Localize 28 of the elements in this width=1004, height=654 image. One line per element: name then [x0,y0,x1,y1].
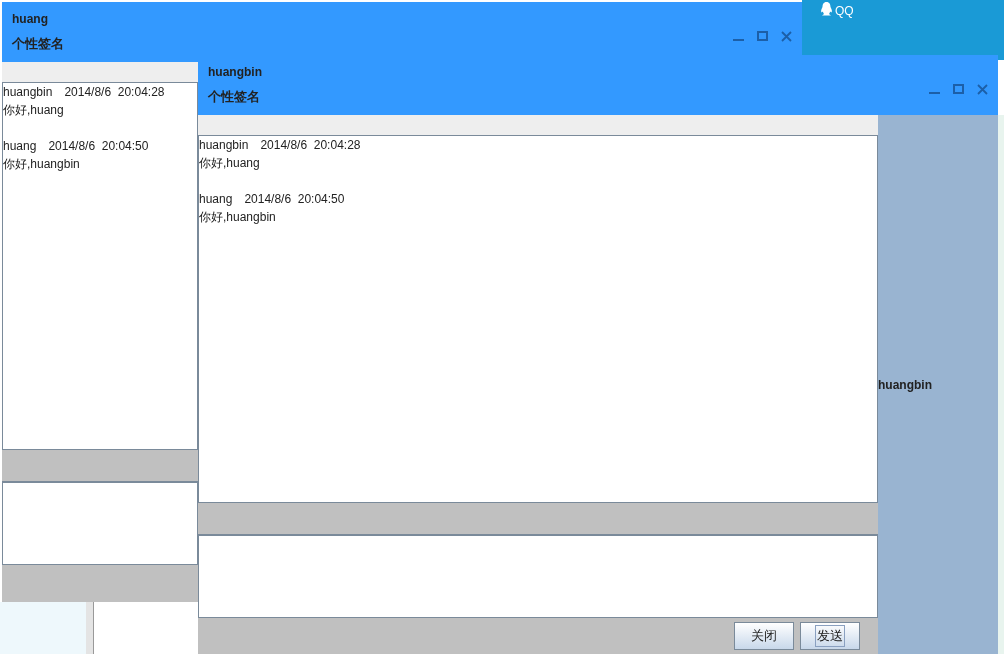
message-input[interactable] [2,482,198,565]
sender-name: huangbin [3,84,53,101]
close-icon[interactable] [781,30,792,42]
message-time: 2014/8/6 20:04:50 [48,138,149,155]
message-time: 2014/8/6 20:04:28 [64,84,165,101]
close-icon[interactable] [977,83,988,95]
sender-name: huang [199,191,233,208]
penguin-icon [820,2,833,16]
message-time: 2014/8/6 20:04:28 [260,137,361,154]
maximize-icon[interactable] [757,30,768,42]
message-text: 你好,huangbin [199,209,276,226]
app-label: QQ [835,3,854,20]
friend-name: huangbin [878,376,932,394]
scrollbar-track [86,602,94,654]
message-text: 你好,huang [199,155,260,172]
message-time: 2014/8/6 20:04:50 [244,191,345,208]
dialog-button[interactable]: 关闭 [734,622,794,650]
message-input[interactable] [198,535,878,618]
dialog-button[interactable]: 发送 [800,622,860,650]
window-title: huang [12,11,49,28]
signature-text: 个性签名 [12,35,64,53]
message-text: 你好,huang [3,102,64,119]
sender-name: huang [3,138,37,155]
maximize-icon[interactable] [953,83,964,95]
signature-text: 个性签名 [208,88,261,106]
window-title: huangbin [208,64,262,81]
message-text: 你好,huangbin [3,156,80,173]
sender-name: huangbin [199,137,249,154]
